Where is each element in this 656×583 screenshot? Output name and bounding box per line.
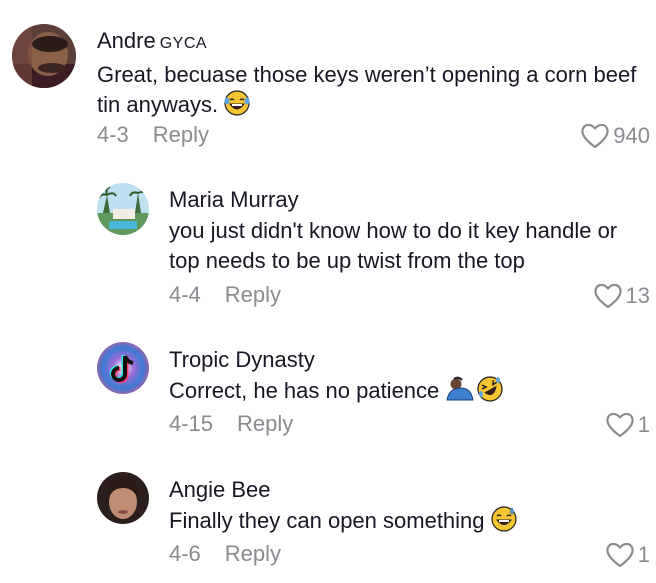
heart-icon <box>606 542 634 568</box>
rolling-laughing-emoji-icon <box>477 376 503 410</box>
comment-date: 4-6 <box>169 541 201 566</box>
like-button[interactable]: 1 <box>605 541 650 569</box>
like-button[interactable]: 940 <box>580 122 650 150</box>
avatar[interactable] <box>97 472 149 524</box>
like-count: 1 <box>637 412 650 437</box>
comment-text: Correct, he has no patience <box>169 376 649 410</box>
comment-date: 4-4 <box>169 282 201 307</box>
reply-button[interactable]: Reply <box>225 282 281 307</box>
like-count: 13 <box>625 283 650 308</box>
heart-icon <box>593 283 622 309</box>
like-button[interactable]: 1 <box>605 411 650 439</box>
reply-button[interactable]: Reply <box>153 122 209 147</box>
username[interactable]: Tropic Dynasty <box>169 346 649 374</box>
sweat-smile-emoji-icon <box>490 506 517 540</box>
username[interactable]: Andre GYCA <box>97 27 642 58</box>
avatar[interactable] <box>12 24 76 88</box>
comment-text: Great, becuase those keys weren’t openin… <box>97 60 642 124</box>
like-count: 940 <box>613 123 650 148</box>
reply-button[interactable]: Reply <box>225 541 281 566</box>
like-count: 1 <box>637 542 650 567</box>
reply-button[interactable]: Reply <box>237 411 293 436</box>
username-badge: GYCA <box>159 35 208 52</box>
heart-icon <box>581 123 609 149</box>
like-button[interactable]: 13 <box>593 282 650 310</box>
avatar[interactable] <box>97 183 149 235</box>
comment-andre: Andre GYCA Great, becuase those keys were… <box>0 0 656 160</box>
person-bowing-emoji-icon <box>445 376 475 410</box>
username[interactable]: Angie Bee <box>169 476 649 504</box>
comment-text: Finally they can open something <box>169 506 649 540</box>
heart-icon <box>606 412 634 438</box>
comment-date: 4-3 <box>97 122 129 147</box>
laughing-tears-emoji-icon <box>224 90 250 124</box>
comment-text: you just didn't know how to do it key ha… <box>169 218 618 273</box>
comment-date: 4-15 <box>169 411 214 436</box>
username[interactable]: Maria Murray <box>169 186 649 214</box>
avatar[interactable] <box>97 342 149 394</box>
